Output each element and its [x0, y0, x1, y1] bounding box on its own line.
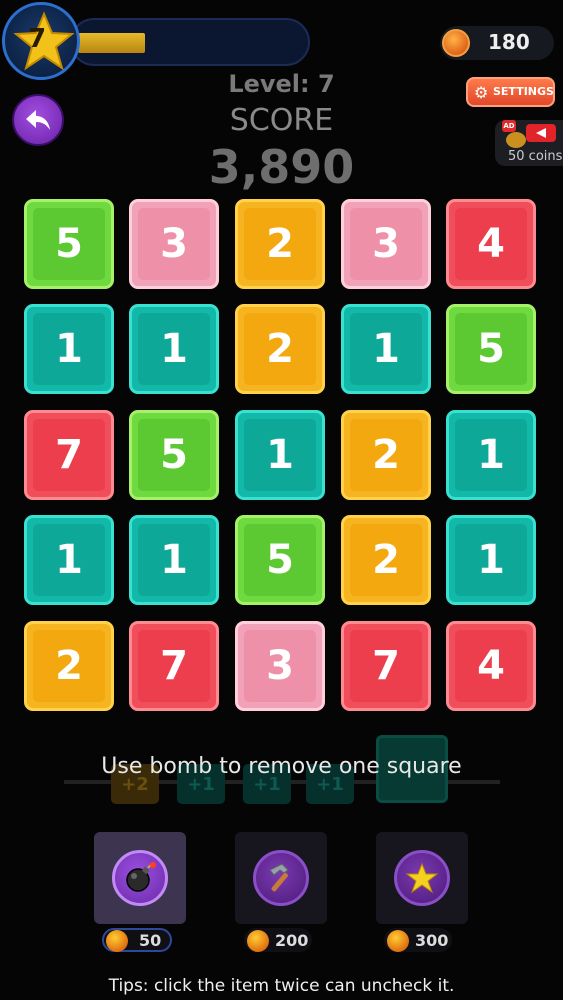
grid-tile[interactable]: 5 — [129, 410, 219, 500]
grid-tile[interactable]: 2 — [235, 304, 325, 394]
tile-value: 5 — [477, 326, 505, 372]
tile-value: 4 — [477, 221, 505, 267]
tile-value: 2 — [266, 326, 294, 372]
grid-tile[interactable]: 5 — [446, 304, 536, 394]
coin-balance: 180 — [488, 30, 530, 54]
grid-tile[interactable]: 5 — [24, 199, 114, 289]
score-label: SCORE — [229, 103, 334, 138]
hammer-item-circle — [253, 850, 309, 906]
tile-value: 5 — [55, 221, 83, 267]
tile-value: 1 — [55, 537, 83, 583]
tile-value: 1 — [372, 326, 400, 372]
tile-value: 2 — [266, 221, 294, 267]
bomb-icon — [126, 862, 156, 892]
player-level: 7 — [28, 24, 47, 54]
settings-label: SETTINGS — [493, 85, 554, 98]
coin-icon — [387, 930, 409, 952]
star-item-circle — [394, 850, 450, 906]
tile-value: 1 — [55, 326, 83, 372]
grid-tile[interactable]: 1 — [24, 515, 114, 605]
tile-value: 3 — [372, 221, 400, 267]
grid-tile[interactable]: 4 — [446, 199, 536, 289]
grid-tile[interactable]: 2 — [341, 515, 431, 605]
tile-value: 1 — [477, 537, 505, 583]
hammer-item-button[interactable] — [235, 832, 327, 924]
grid-tile[interactable]: 3 — [341, 199, 431, 289]
hammer-price: 200 — [275, 931, 309, 950]
grid-tile[interactable]: 1 — [129, 515, 219, 605]
score-value: 3,890 — [208, 140, 355, 194]
grid-tile[interactable]: 3 — [235, 621, 325, 711]
tile-value: 3 — [160, 221, 188, 267]
grid-tile[interactable]: 5 — [235, 515, 325, 605]
tile-value: 2 — [372, 537, 400, 583]
tile-value: 3 — [266, 643, 294, 689]
gear-icon: ⚙ — [474, 83, 489, 102]
settings-button[interactable]: ⚙ SETTINGS — [466, 77, 555, 107]
grid-tile[interactable]: 2 — [341, 410, 431, 500]
tile-value: 5 — [160, 432, 188, 478]
tile-value: 1 — [160, 326, 188, 372]
hammer-icon — [269, 863, 289, 892]
tile-value: 1 — [266, 432, 294, 478]
bomb-item-circle — [112, 850, 168, 906]
grid-tile[interactable]: 1 — [446, 410, 536, 500]
grid-tile[interactable]: 1 — [446, 515, 536, 605]
tile-value: 7 — [55, 432, 83, 478]
grid-tile[interactable]: 1 — [341, 304, 431, 394]
grid-tile[interactable]: 7 — [341, 621, 431, 711]
grid-tile[interactable]: 1 — [129, 304, 219, 394]
grid-tile[interactable]: 7 — [129, 621, 219, 711]
coin-icon — [247, 930, 269, 952]
star-icon — [405, 862, 439, 894]
grid-tile[interactable]: 2 — [24, 621, 114, 711]
grid-tile[interactable]: 4 — [446, 621, 536, 711]
bomb-price: 50 — [139, 931, 162, 950]
tile-value: 1 — [160, 537, 188, 583]
grid-tile[interactable]: 7 — [24, 410, 114, 500]
hint-text: Use bomb to remove one square — [101, 754, 462, 779]
bomb-item-button[interactable] — [94, 832, 186, 924]
tile-value: 1 — [477, 432, 505, 478]
tile-value: 5 — [266, 537, 294, 583]
grid-tile[interactable]: 1 — [24, 304, 114, 394]
coin-icon — [442, 29, 470, 57]
tile-value: 7 — [160, 643, 188, 689]
star-item-button[interactable] — [376, 832, 468, 924]
tile-value: 4 — [477, 643, 505, 689]
tile-value: 2 — [55, 643, 83, 689]
tile-value: 7 — [372, 643, 400, 689]
xp-progress-fill — [78, 33, 145, 53]
star-price: 300 — [415, 931, 449, 950]
video-play-icon — [526, 124, 556, 142]
ad-badge: AD — [502, 120, 516, 132]
grid-tile[interactable]: 2 — [235, 199, 325, 289]
coins-icon — [506, 132, 526, 148]
ad-reward-label: 50 coins — [508, 149, 563, 164]
grid-tile[interactable]: 1 — [235, 410, 325, 500]
grid-tile[interactable]: 3 — [129, 199, 219, 289]
tile-value: 2 — [372, 432, 400, 478]
coin-icon — [106, 930, 128, 952]
tips-text: Tips: click the item twice can uncheck i… — [108, 976, 455, 996]
